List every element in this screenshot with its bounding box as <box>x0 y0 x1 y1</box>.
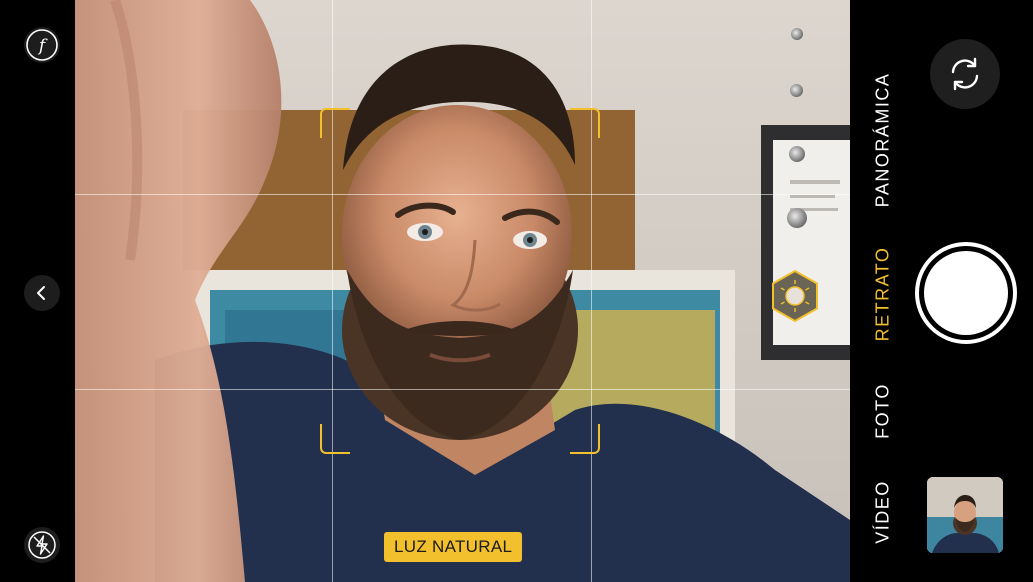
left-control-bar: f <box>0 0 75 582</box>
mode-video[interactable]: VÍDEO <box>873 480 894 544</box>
lighting-selected-hexagon-icon[interactable] <box>767 268 823 324</box>
aperture-button[interactable]: f <box>24 27 60 63</box>
camera-flip-icon <box>951 57 979 91</box>
face-focus-corner <box>570 108 600 138</box>
mode-foto[interactable]: FOTO <box>873 383 894 439</box>
lighting-option-dot[interactable] <box>789 146 805 162</box>
flash-button[interactable] <box>24 527 60 563</box>
last-photo-thumbnail[interactable] <box>927 477 1003 553</box>
portrait-lighting-label: LUZ NATURAL <box>384 532 523 562</box>
flash-off-icon <box>28 531 56 559</box>
grid-line-horizontal <box>75 389 850 390</box>
viewfinder[interactable]: LUZ NATURAL <box>75 0 850 582</box>
mode-selector[interactable]: PANORÁMICA RETRATO FOTO VÍDEO <box>868 0 898 582</box>
switch-camera-button[interactable] <box>930 39 1000 109</box>
mode-retrato[interactable]: RETRATO <box>873 247 894 342</box>
shutter-button-inner <box>924 251 1008 335</box>
lighting-option-dot[interactable] <box>790 84 803 97</box>
camera-app: f LUZ NATURAL PANORÁMICA RETRATO FOTO VÍ… <box>0 0 1033 582</box>
lighting-option-dot[interactable] <box>791 28 803 40</box>
aperture-icon: f <box>26 29 58 61</box>
mode-panoramica[interactable]: PANORÁMICA <box>873 73 894 208</box>
chevron-left-icon <box>37 286 45 300</box>
grid-line-horizontal <box>75 194 850 195</box>
aperture-symbol: f <box>37 36 48 56</box>
thumbnail-image <box>927 477 1003 553</box>
face-focus-corner <box>570 424 600 454</box>
live-preview-image <box>75 0 850 582</box>
right-control-bar: PANORÁMICA RETRATO FOTO VÍDEO <box>850 0 1033 582</box>
shutter-button[interactable] <box>915 242 1017 344</box>
face-focus-corner <box>320 108 350 138</box>
collapse-controls-button[interactable] <box>24 275 60 311</box>
portrait-lighting-dial[interactable] <box>772 20 849 400</box>
face-focus-corner <box>320 424 350 454</box>
grid-line-vertical <box>591 0 592 582</box>
grid-line-vertical <box>332 0 333 582</box>
lighting-option-dot[interactable] <box>787 208 807 228</box>
